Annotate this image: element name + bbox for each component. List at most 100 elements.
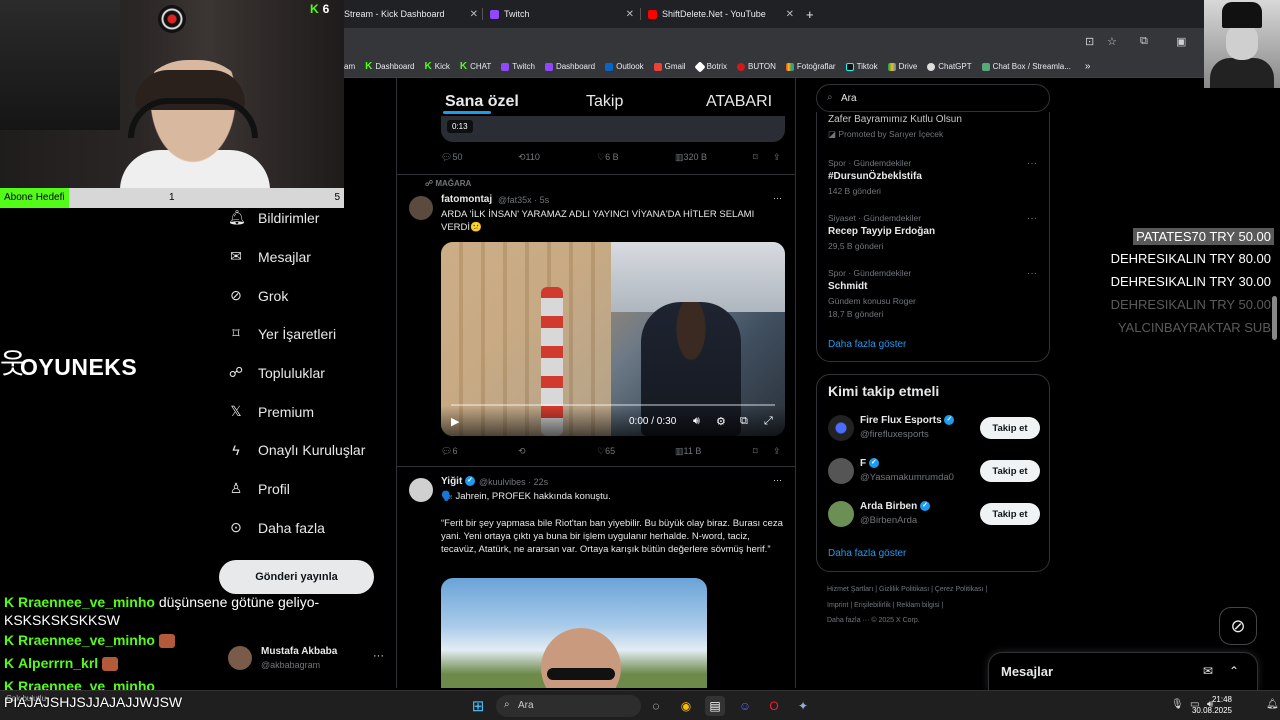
messages-drawer[interactable]: Mesajlar ✉ ⌃ (988, 652, 1258, 690)
search-input[interactable]: ⌕ Ara (816, 84, 1050, 112)
nav-more[interactable]: ⊙ Daha fazla (228, 519, 325, 536)
show-more-link[interactable]: Daha fazla göster (828, 548, 906, 559)
opera-icon[interactable]: O (764, 696, 784, 716)
bookmark-icon[interactable]: ⌑ (753, 446, 758, 457)
reply-button[interactable]: 💬︎ 6 (441, 446, 457, 457)
account-switcher[interactable]: Mustafa Akbaba @akbabagram ··· (228, 644, 388, 674)
bookmark-chatgpt[interactable]: ChatGPT (927, 62, 972, 71)
bookmark-botrix[interactable]: Botrix (693, 60, 727, 73)
page-scrollbar[interactable] (1272, 296, 1277, 340)
follow-button[interactable]: Takip et (980, 503, 1040, 525)
bookmark-chat[interactable]: K CHAT (460, 61, 491, 72)
app-icon[interactable]: ◌ (646, 696, 666, 716)
nav-messages[interactable]: ✉ Mesajlar (228, 248, 311, 265)
app-icon[interactable]: ✦ (793, 696, 813, 716)
close-icon[interactable]: ✕ (626, 9, 634, 20)
trend-title[interactable]: #DursunÖzbekİstifa (828, 171, 922, 182)
post-button[interactable]: Gönderi yayınla (219, 560, 374, 594)
play-icon[interactable]: ▶ (451, 415, 459, 428)
follow-button[interactable]: Takip et (980, 460, 1040, 482)
microphone-icon[interactable]: 🎙︎ (1171, 699, 1184, 710)
repost-button[interactable]: ⟲ (518, 446, 526, 457)
more-bookmarks-icon[interactable]: » (1085, 61, 1091, 72)
bookmark-outlook[interactable]: Outlook (605, 62, 644, 71)
more-icon[interactable]: ··· (1027, 158, 1037, 169)
reply-button[interactable]: 💬︎ 50 (441, 152, 462, 163)
avatar[interactable] (409, 196, 433, 220)
repost-button[interactable]: ⟲ 110 (518, 152, 540, 163)
nav-verified-orgs[interactable]: ϟ Onaylı Kuruluşlar (228, 442, 365, 458)
app-icon[interactable]: ▤ (705, 696, 725, 716)
footer-links[interactable]: Imprint | Erişilebilirlik | Reklam bilgi… (827, 602, 943, 609)
bookmark-drive[interactable]: Drive (887, 62, 917, 71)
bookmark-kick[interactable]: K Kick (425, 61, 450, 72)
bookmark-chatbox[interactable]: Chat Box / Streamla... (981, 62, 1071, 71)
footer-links[interactable]: Daha fazla ··· © 2025 X Corp. (827, 617, 920, 624)
windows-start-icon[interactable]: ⊞ (468, 696, 488, 716)
views-count[interactable]: ▥ 11 B (675, 446, 701, 457)
avatar[interactable] (409, 478, 433, 502)
nav-communities[interactable]: ☍ Topluluklar (228, 364, 325, 381)
trend-title[interactable]: Recep Tayyip Erdoğan (828, 226, 935, 237)
close-icon[interactable]: ✕ (786, 9, 794, 20)
expand-icon[interactable]: ⌃ (1229, 664, 1239, 678)
tab-list[interactable]: ATABARI (706, 93, 772, 111)
nav-notifications[interactable]: 🔔︎ Bildirimler (228, 209, 319, 226)
trend-title[interactable]: Schmidt (828, 281, 867, 292)
grok-button[interactable]: ⊘ (1219, 607, 1257, 645)
close-icon[interactable]: ✕ (470, 9, 478, 20)
fullscreen-icon[interactable]: ⤢ (764, 415, 773, 428)
pip-icon[interactable]: ⧉ (740, 415, 748, 428)
clock[interactable]: 21:48 30.08.2025 (1192, 694, 1232, 716)
more-icon[interactable]: ··· (373, 650, 384, 662)
views-count[interactable]: ▥ 320 B (675, 152, 707, 163)
bookmark-gmail[interactable]: Gmail (653, 62, 686, 71)
bookmark-icon[interactable]: ⌑ (753, 152, 758, 163)
tab-for-you[interactable]: Sana özel (445, 93, 519, 111)
nav-grok[interactable]: ⊘ Grok (228, 287, 288, 304)
bookmark-buton[interactable]: BUTON (737, 62, 776, 71)
video-player[interactable]: ▶ 0:00 / 0:30 🔊︎ ⚙ ⧉ ⤢ (441, 242, 785, 436)
author-handle[interactable]: @fat35x · 5s (498, 195, 549, 205)
discord-icon[interactable]: ☺ (735, 696, 755, 716)
follow-button[interactable]: Takip et (980, 417, 1040, 439)
like-button[interactable]: ♡ 65 (597, 446, 615, 457)
more-icon[interactable]: ··· (1027, 268, 1037, 279)
tab-following[interactable]: Takip (586, 93, 623, 111)
tab-kick-dashboard[interactable]: Stream - Kick Dashboard ✕ (344, 4, 478, 24)
show-more-link[interactable]: Daha fazla göster (828, 339, 906, 350)
volume-icon[interactable]: 🔊︎ (693, 415, 700, 428)
star-icon[interactable]: ☆ (1107, 35, 1117, 48)
author-name[interactable]: Yiğit ✓ (441, 476, 476, 487)
bookmark-photos[interactable]: Fotoğraflar (785, 62, 836, 71)
suggestion-row[interactable]: Fire Flux Esports ✓ @firefluxesports Tak… (828, 413, 1040, 443)
more-icon[interactable]: ··· (773, 193, 782, 203)
bookmark-tiktok[interactable]: Tiktok (845, 62, 878, 71)
new-tab-button[interactable]: + (806, 4, 820, 24)
trend-title[interactable]: Zafer Bayramımız Kutlu Olsun (828, 114, 962, 125)
video-progress[interactable] (451, 404, 775, 406)
share-icon[interactable]: ⇪ (773, 446, 781, 457)
settings-icon[interactable]: ⚙ (716, 415, 726, 428)
author-handle[interactable]: @kuulvibes · 22s (479, 477, 548, 487)
install-icon[interactable]: ⊡ (1085, 35, 1094, 48)
more-icon[interactable]: ··· (773, 475, 782, 485)
nav-premium[interactable]: 𝕏 Premium (228, 403, 314, 420)
nav-bookmarks[interactable]: ⌑ Yer İşaretleri (228, 325, 336, 342)
more-icon[interactable]: ··· (1027, 213, 1037, 224)
share-icon[interactable]: ⇪ (773, 152, 781, 163)
bookmark-dashboard[interactable]: K Dashboard (365, 61, 414, 72)
bookmark-truncated[interactable]: am (344, 62, 355, 71)
notification-icon[interactable]: 🔔︎ (1266, 699, 1279, 710)
suggestion-row[interactable]: Arda Birben ✓ @BirbenArda Takip et (828, 499, 1040, 529)
extensions-icon[interactable]: ⧉ (1140, 35, 1148, 48)
tab-twitch[interactable]: Twitch ✕ (490, 4, 634, 24)
post-media[interactable]: 0:13 (441, 116, 785, 142)
post-image[interactable] (441, 578, 707, 688)
taskbar-search[interactable]: ⌕ Ara (496, 695, 641, 717)
bookmark-twitch[interactable]: Twitch (501, 62, 535, 71)
compose-message-icon[interactable]: ✉ (1203, 664, 1213, 678)
like-button[interactable]: ♡ 6 B (597, 152, 619, 163)
nav-profile[interactable]: ♙ Profil (228, 480, 290, 497)
chrome-icon[interactable]: ◉ (676, 696, 696, 716)
